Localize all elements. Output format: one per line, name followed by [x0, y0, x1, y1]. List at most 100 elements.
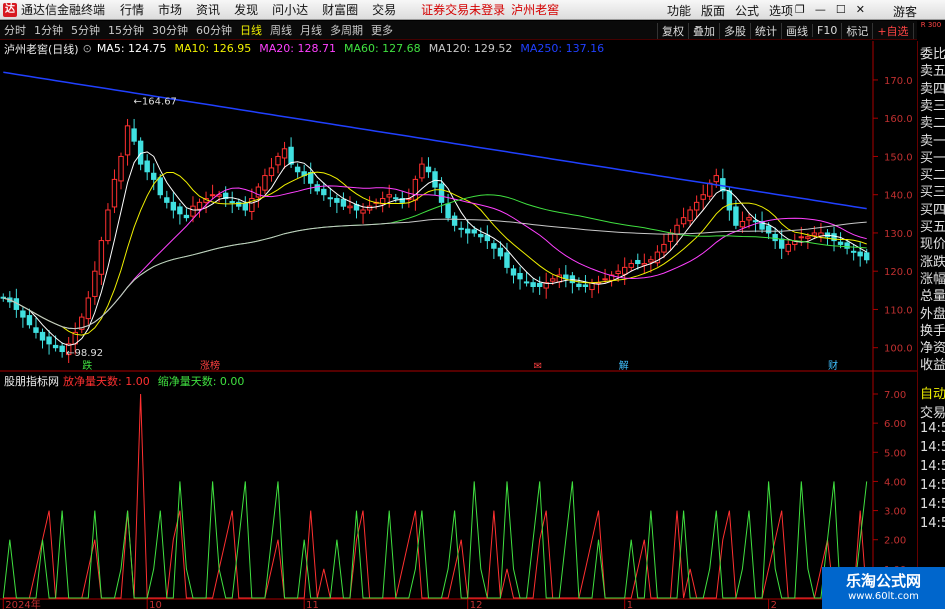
- menu-trade[interactable]: 交易: [365, 1, 403, 18]
- candle-body: [321, 188, 327, 196]
- candle-body: [778, 238, 785, 249]
- chart-annotations: ←164.67 ←98.92跌 涨榜 ✉ 解 财: [66, 96, 838, 372]
- legend-toggle-icon[interactable]: ⊙: [83, 42, 92, 55]
- candle-body: [327, 197, 334, 200]
- candle-body: [536, 282, 543, 288]
- period-15min[interactable]: 15分钟: [104, 22, 148, 38]
- time-tick-label: 12: [470, 600, 483, 609]
- tool-multi-stock-button[interactable]: 多股: [719, 22, 750, 39]
- menu-options[interactable]: 选项: [764, 2, 798, 19]
- top-menu-bar: 达 通达信金融终端 行情 市场 资讯 发现 问小达 财富圈 交易 证券交易未登录…: [0, 0, 945, 20]
- candle-body: [478, 233, 484, 238]
- maximize-icon[interactable]: ☐: [836, 3, 846, 16]
- period-multi[interactable]: 多周期: [326, 22, 367, 38]
- candle-body: [183, 214, 190, 219]
- trade-mode-label[interactable]: 自动: [920, 383, 945, 401]
- quote-field-label: 买五: [920, 220, 945, 234]
- candle-body: [196, 201, 203, 210]
- candle-body: [177, 206, 183, 215]
- tool-add-watchlist-button[interactable]: +自选: [872, 22, 912, 39]
- candle-body: [451, 215, 458, 226]
- trade-mode-label[interactable]: 交易: [920, 402, 945, 420]
- app-logo-icon: 达: [3, 2, 17, 17]
- menu-discover[interactable]: 发现: [227, 1, 265, 18]
- tool-f10-button[interactable]: F10: [812, 24, 841, 37]
- ind-tick-label: 5.00: [884, 448, 906, 459]
- ind-tick-label: 7.00: [884, 390, 906, 401]
- period-60min[interactable]: 60分钟: [192, 22, 236, 38]
- site-watermark: 乐淘公式网 www.60lt.com: [822, 567, 945, 609]
- close-icon[interactable]: ✕: [856, 3, 865, 16]
- period-5min[interactable]: 5分钟: [67, 22, 104, 38]
- candle-body: [844, 242, 850, 249]
- ma5-label: MA5: 124.75: [96, 42, 167, 55]
- guest-user-label[interactable]: 游客: [893, 3, 917, 20]
- quote-field-label: 买二: [920, 168, 945, 183]
- candle-body: [850, 250, 857, 253]
- candle-body: [190, 205, 196, 217]
- tool-adjust-button[interactable]: 复权: [657, 22, 688, 39]
- tool-mark-button[interactable]: 标记: [841, 22, 872, 39]
- menu-ask-assistant[interactable]: 问小达: [265, 1, 315, 18]
- price-chart[interactable]: 170.0 160.0 150.0 140.0 130.0 120.0 110.0 100.0…: [0, 41, 917, 372]
- candle-body: [491, 243, 497, 249]
- event-marker: 财: [828, 359, 838, 372]
- candle-body: [209, 194, 216, 197]
- candle-body: [229, 201, 235, 204]
- quote-field-label: 涨跌: [920, 254, 945, 269]
- candle-body: [582, 284, 589, 288]
- menu-layout[interactable]: 版面: [696, 2, 730, 19]
- candle-body: [746, 217, 752, 221]
- menu-wealth-circle[interactable]: 财富圈: [315, 1, 365, 18]
- minimize-icon[interactable]: —: [815, 3, 826, 16]
- candle-body: [484, 234, 491, 242]
- indicator-name[interactable]: 股朋指标网: [4, 373, 59, 389]
- candle-body: [864, 252, 870, 261]
- period-monthly[interactable]: 月线: [296, 22, 326, 38]
- low-price-label: ←98.92: [66, 348, 103, 359]
- period-tick[interactable]: 分时: [0, 22, 30, 38]
- candle-body: [124, 125, 131, 156]
- menu-market-quotes[interactable]: 行情: [113, 1, 151, 18]
- indicator-chart[interactable]: 7.006.005.004.003.002.001.00 2024年101112…: [0, 372, 917, 609]
- candle-body: [268, 167, 275, 177]
- candle-body: [504, 252, 510, 268]
- tool-overlay-button[interactable]: 叠加: [688, 22, 719, 39]
- menu-formula[interactable]: 公式: [730, 2, 764, 19]
- tool-draw-button[interactable]: 画线: [781, 22, 812, 39]
- quote-field-label: 卖一: [920, 133, 945, 148]
- candle-body: [46, 336, 52, 345]
- ind-tick-label: 4.00: [884, 477, 906, 488]
- window-controls: ❐ — ☐ ✕: [795, 3, 865, 16]
- restore-icon[interactable]: ❐: [795, 3, 805, 16]
- candle-body: [497, 247, 504, 257]
- candle-body: [288, 146, 294, 165]
- period-weekly[interactable]: 周线: [266, 22, 296, 38]
- menu-market[interactable]: 市场: [151, 1, 189, 18]
- quote-field-label: 买三: [920, 185, 945, 200]
- candle-body: [52, 344, 59, 349]
- tool-stats-button[interactable]: 统计: [750, 22, 781, 39]
- period-more[interactable]: 更多: [367, 22, 397, 38]
- time-tick-label: 11: [306, 600, 319, 609]
- candle-body: [425, 166, 432, 173]
- quote-field-label: 换手: [920, 323, 945, 338]
- candle-body: [726, 190, 733, 211]
- price-tick-label: 100.0: [884, 344, 913, 355]
- broker-login-status[interactable]: 证券交易未登录: [421, 1, 505, 18]
- period-daily[interactable]: 日线: [236, 22, 266, 38]
- candle-body: [157, 177, 163, 196]
- period-30min[interactable]: 30分钟: [148, 22, 192, 38]
- candle-body: [602, 278, 608, 281]
- event-marker: ✉: [534, 361, 542, 372]
- chart-stock-name[interactable]: 泸州老窖(日线): [4, 41, 79, 57]
- ma20-label: MA20: 128.71: [259, 42, 336, 55]
- period-1min[interactable]: 1分钟: [30, 22, 67, 38]
- candle-body: [164, 197, 170, 203]
- menu-function[interactable]: 功能: [662, 2, 696, 19]
- menu-news[interactable]: 资讯: [189, 1, 227, 18]
- quote-field-label: 卖四: [920, 81, 945, 96]
- ma120-label: MA120: 129.52: [428, 42, 513, 55]
- ma60-label: MA60: 127.68: [343, 42, 421, 55]
- quote-field-label: 委比: [920, 47, 945, 61]
